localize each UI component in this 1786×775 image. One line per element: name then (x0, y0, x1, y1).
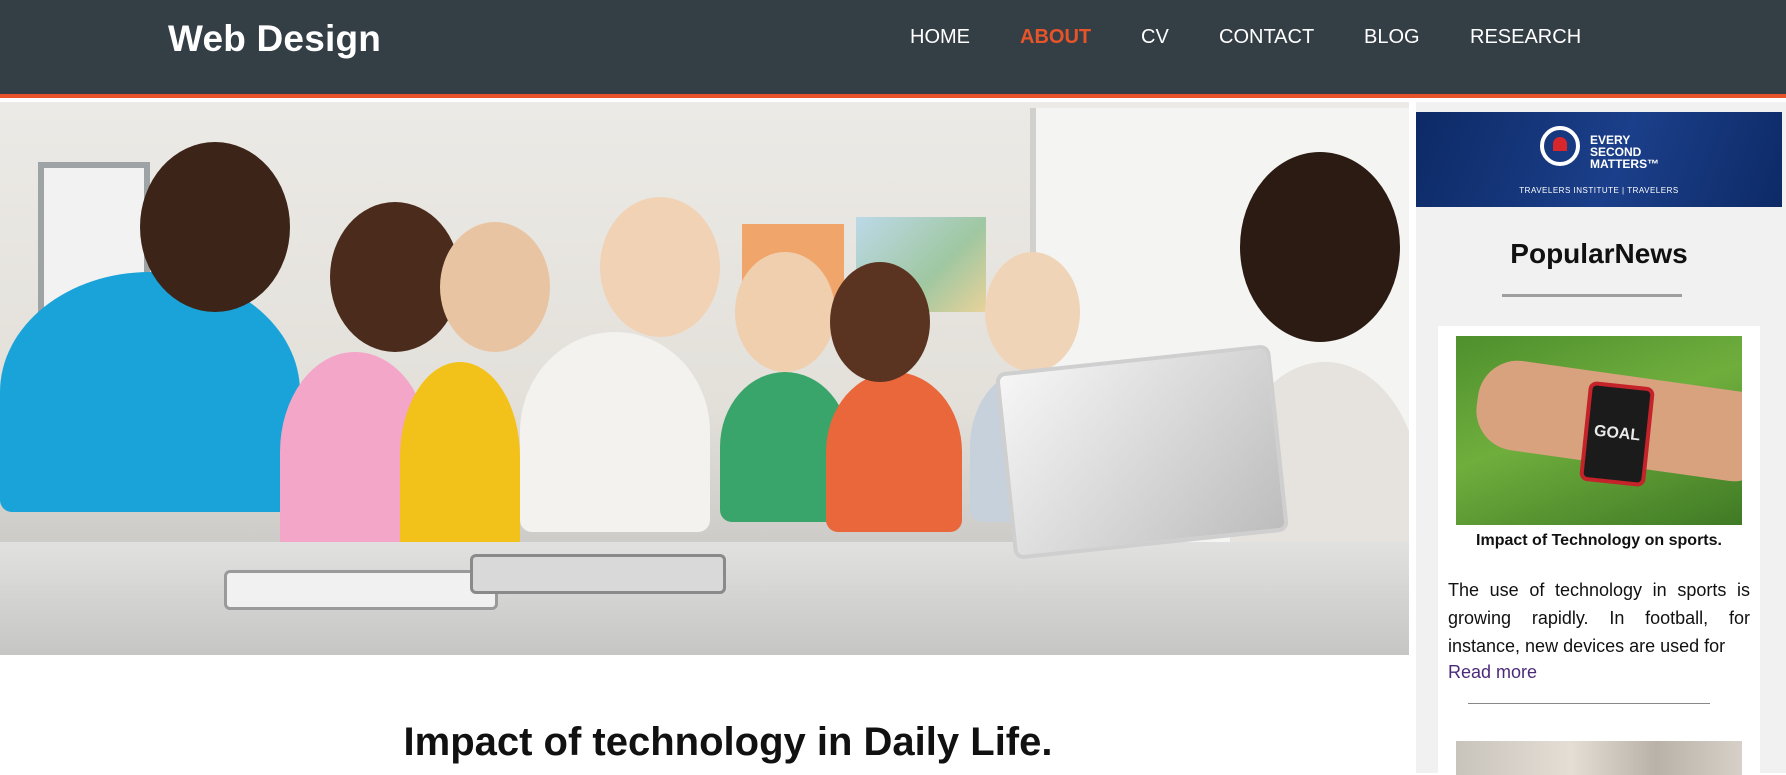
tablet-device (224, 570, 498, 610)
student-head (830, 262, 930, 382)
nav-cv[interactable]: CV (1141, 26, 1169, 49)
teacher-head (1240, 152, 1400, 342)
site-header: Web Design HOME ABOUT CV CONTACT BLOG RE… (0, 0, 1786, 98)
popular-news-title: PopularNews (1510, 238, 1688, 269)
smartwatch-icon: GOAL (1578, 380, 1656, 488)
student-head (735, 252, 835, 372)
student-head (600, 197, 720, 337)
student-yellow-shirt (400, 362, 520, 552)
tablet-device (470, 554, 726, 594)
news-caption: Impact of Technology on sports. (1476, 532, 1722, 549)
nav-blog[interactable]: BLOG (1364, 26, 1420, 49)
title-divider (1502, 294, 1682, 297)
nav-research[interactable]: RESEARCH (1470, 26, 1581, 49)
nav-home[interactable]: HOME (910, 26, 970, 49)
news-card: GOAL Impact of Technology on sports. The… (1438, 326, 1760, 775)
article-title: Impact of technology in Daily Life. (403, 720, 1053, 764)
ad-title: EVERY SECOND MATTERS™ (1590, 133, 1660, 171)
student-orange-shirt (826, 372, 962, 532)
news-thumbnail-next[interactable] (1456, 741, 1742, 775)
news-divider (1468, 703, 1710, 704)
student-blue-shirt (0, 272, 300, 512)
tablet-device (994, 344, 1290, 560)
sidebar: EVERY SECOND MATTERS™ TRAVELERS INSTITUT… (1416, 102, 1786, 775)
main-nav: HOME ABOUT CV CONTACT BLOG RESEARCH (0, 26, 1786, 56)
student-head (140, 142, 290, 312)
student-white-shirt (520, 332, 710, 532)
student-head (985, 252, 1080, 372)
ad-banner[interactable]: EVERY SECOND MATTERS™ TRAVELERS INSTITUT… (1416, 112, 1782, 207)
read-more-link[interactable]: Read more (1448, 662, 1537, 683)
nav-contact[interactable]: CONTACT (1219, 26, 1314, 49)
ad-footer: TRAVELERS INSTITUTE | TRAVELERS (1519, 186, 1679, 195)
news-thumbnail[interactable]: GOAL (1456, 336, 1742, 525)
hero-image (0, 102, 1409, 655)
news-excerpt: The use of technology in sports is growi… (1448, 580, 1750, 656)
student-head (440, 222, 550, 352)
stopwatch-icon (1540, 126, 1580, 166)
nav-about[interactable]: ABOUT (1020, 26, 1091, 49)
